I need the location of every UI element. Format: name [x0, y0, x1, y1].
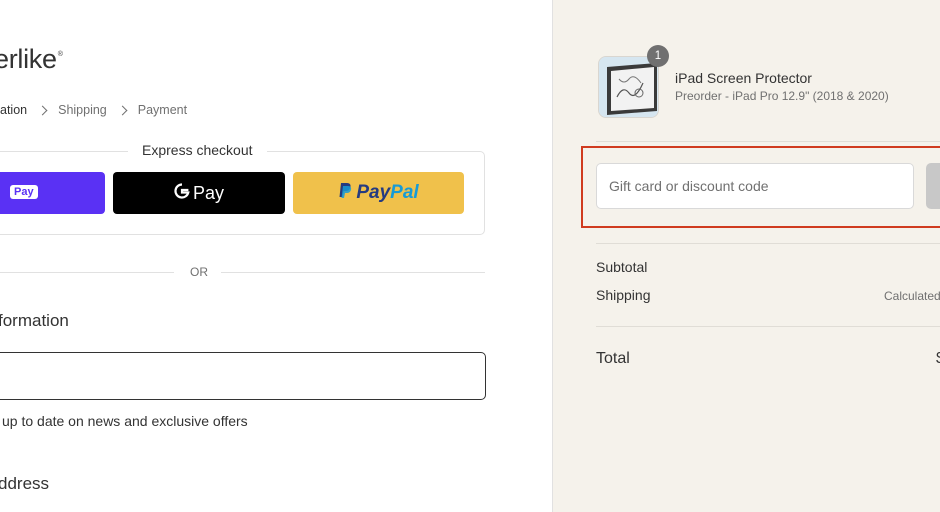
- breadcrumb: ation Shipping Payment: [0, 103, 187, 117]
- product-variant: Preorder - iPad Pro 12.9" (2018 & 2020): [675, 89, 889, 103]
- quantity-badge: 1: [647, 45, 669, 67]
- order-summary: 1 iPad Screen Protector Preorder - iPad …: [552, 0, 940, 512]
- shipping-address-heading: ddress: [0, 474, 50, 493]
- google-g-icon: [174, 182, 190, 204]
- checkout-main: erlike® ation Shipping Payment Express c…: [0, 0, 552, 512]
- breadcrumb-information[interactable]: ation: [0, 103, 27, 117]
- email-field[interactable]: [0, 352, 486, 400]
- subtotal-label: Subtotal: [596, 259, 648, 275]
- apply-discount-button[interactable]: [926, 163, 940, 209]
- chevron-right-icon: [117, 105, 128, 115]
- shop-pay-badge: Pay: [10, 185, 38, 199]
- shipping-value: Calculated: [884, 289, 940, 303]
- total-value: $: [936, 350, 940, 368]
- paypal-button[interactable]: Pay Pal: [293, 172, 464, 214]
- google-pay-button[interactable]: Pay: [113, 172, 285, 214]
- product-name: iPad Screen Protector: [675, 70, 812, 86]
- summary-divider: [596, 326, 940, 327]
- paypal-text-pay: Pay: [356, 182, 391, 203]
- total-label: Total: [596, 350, 630, 367]
- breadcrumb-shipping[interactable]: Shipping: [58, 103, 107, 117]
- logo-text: erlike: [0, 44, 57, 74]
- summary-divider: [596, 243, 940, 244]
- product-thumbnail: [598, 56, 659, 118]
- contact-heading: formation: [0, 311, 69, 330]
- shop-pay-button[interactable]: op Pay: [0, 172, 105, 214]
- express-checkout-title: Express checkout: [128, 142, 267, 158]
- chevron-right-icon: [37, 105, 48, 115]
- registered-mark: ®: [57, 51, 63, 58]
- summary-divider: [596, 141, 940, 142]
- paypal-text-pal: Pal: [390, 182, 419, 203]
- store-logo[interactable]: erlike®: [0, 44, 63, 75]
- google-pay-text: Pay: [192, 182, 225, 203]
- shipping-label: Shipping: [596, 287, 651, 303]
- or-divider-left: [0, 272, 174, 273]
- paypal-p-icon: [338, 182, 352, 204]
- newsletter-label[interactable]: up to date on news and exclusive offers: [2, 413, 248, 429]
- or-divider-right: [221, 272, 485, 273]
- breadcrumb-payment[interactable]: Payment: [138, 103, 187, 117]
- discount-code-input[interactable]: [596, 163, 914, 209]
- or-divider-label: OR: [190, 265, 208, 279]
